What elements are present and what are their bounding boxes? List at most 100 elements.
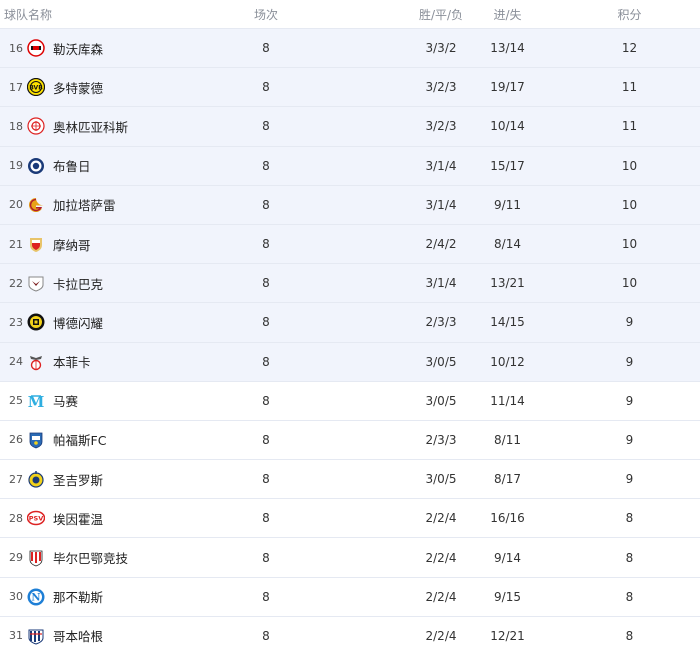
table-header: 球队名称 场次 胜/平/负 进/失 积分	[0, 0, 700, 28]
svg-text:PSV: PSV	[29, 515, 43, 523]
rank-number: 17	[9, 80, 23, 94]
team-name[interactable]: 加拉塔萨雷	[53, 195, 116, 214]
goals-for-against: 11/14	[490, 393, 525, 408]
team-name[interactable]: 博德闪耀	[53, 313, 103, 332]
team-name[interactable]: 马赛	[53, 391, 78, 410]
standings-table: 球队名称 场次 胜/平/负 进/失 积分 16 勒沃库森 8 3/3/2 13/14 12…	[0, 0, 700, 645]
olympiacos-logo-icon	[27, 117, 45, 136]
header-played: 场次	[253, 7, 278, 22]
goals-for-against: 13/14	[490, 41, 525, 56]
points: 10	[621, 197, 638, 212]
rank-number: 20	[9, 198, 23, 212]
table-row[interactable]: 23 博德闪耀 8 2/3/3 14/15 9	[0, 302, 700, 342]
goals-for-against: 10/12	[490, 354, 525, 369]
leverkusen-logo-icon	[27, 39, 45, 57]
table-row[interactable]: 21 摩纳哥 8 2/4/2 8/14 10	[0, 223, 700, 264]
rank-number: 22	[9, 276, 23, 290]
team-name[interactable]: 帕福斯FC	[53, 430, 106, 449]
played-count: 8	[262, 393, 270, 408]
goals-for-against: 8/11	[494, 432, 521, 447]
team-name[interactable]: 卡拉巴克	[53, 274, 103, 293]
rank-number: 30	[9, 590, 23, 604]
table-row[interactable]: 17 BVB 多特蒙德 8 3/2/3 19/17 11	[0, 67, 700, 107]
psv-logo-icon: PSV	[27, 509, 45, 527]
union-sg-logo-icon	[27, 470, 45, 488]
team-name[interactable]: 奥林匹亚科斯	[53, 117, 128, 136]
pafos-logo-icon	[27, 431, 45, 449]
rank-number: 16	[9, 41, 23, 55]
team-name[interactable]: 勒沃库森	[53, 39, 103, 58]
table-row[interactable]: 18 奥林匹亚科斯 8 3/2/3 10/14 11	[0, 106, 700, 146]
rank-number: 25	[9, 394, 23, 408]
svg-text:N: N	[31, 592, 40, 603]
points: 10	[621, 237, 638, 252]
bodo-glimt-logo-icon	[27, 313, 45, 331]
table-row[interactable]: 31 哥本哈根 8 2/2/4 12/21 8	[0, 615, 700, 645]
goals-for-against: 8/14	[494, 237, 521, 252]
team-name[interactable]: 那不勒斯	[53, 587, 103, 606]
goals-for-against: 15/17	[490, 158, 525, 173]
table-row[interactable]: 19 布鲁日 8 3/1/4 15/17 10	[0, 145, 700, 185]
rank-number: 23	[9, 315, 23, 329]
team-name[interactable]: 埃因霍温	[53, 509, 103, 528]
rank-number: 24	[9, 355, 23, 369]
copenhagen-logo-icon	[27, 627, 45, 645]
rank-number: 29	[9, 551, 23, 565]
dortmund-logo-icon: BVB	[27, 78, 45, 97]
table-row[interactable]: 25 M 马赛 8 3/0/5 11/14 9	[0, 380, 700, 420]
goals-for-against: 8/17	[494, 472, 521, 487]
table-row[interactable]: 28 PSV 埃因霍温 8 2/2/4 16/16 8	[0, 498, 700, 537]
rank-number: 27	[9, 472, 23, 486]
table-row[interactable]: 26 帕福斯FC 8 2/3/3 8/11 9	[0, 419, 700, 459]
rank-number: 26	[9, 433, 23, 447]
goals-for-against: 14/15	[490, 315, 525, 330]
galatasaray-logo-icon	[27, 196, 45, 214]
played-count: 8	[262, 511, 270, 526]
points: 8	[625, 550, 634, 565]
points: 8	[625, 628, 634, 643]
table-row[interactable]: 24 本菲卡 8 3/0/5 10/12 9	[0, 341, 700, 381]
points: 10	[621, 158, 638, 173]
athletic-bilbao-logo-icon	[27, 549, 45, 567]
played-count: 8	[262, 472, 270, 487]
played-count: 8	[262, 315, 270, 330]
points: 8	[625, 511, 634, 526]
played-count: 8	[262, 197, 270, 212]
benfica-logo-icon	[27, 353, 45, 371]
rank-number: 19	[9, 159, 23, 173]
napoli-logo-icon: N	[27, 588, 45, 606]
table-body: 16 勒沃库森 8 3/3/2 13/14 12 17 BVB 多特蒙德 8 3/2/3 19/17 1…	[0, 28, 700, 645]
points: 8	[625, 589, 634, 604]
team-name[interactable]: 哥本哈根	[53, 626, 103, 645]
team-name[interactable]: 圣吉罗斯	[53, 470, 103, 489]
table-row[interactable]: 29 毕尔巴鄂竞技 8 2/2/4 9/14 8	[0, 537, 700, 576]
played-count: 8	[262, 237, 270, 252]
team-name[interactable]: 毕尔巴鄂竞技	[53, 548, 128, 567]
qarabag-logo-icon	[27, 274, 45, 292]
table-row[interactable]: 20 加拉塔萨雷 8 3/1/4 9/11 10	[0, 184, 700, 224]
points: 9	[625, 354, 634, 369]
goals-for-against: 9/14	[494, 550, 521, 565]
team-name[interactable]: 多特蒙德	[53, 78, 103, 97]
marseille-logo-icon: M	[27, 392, 45, 410]
goals-for-against: 9/11	[494, 197, 521, 212]
table-row[interactable]: 22 卡拉巴克 8 3/1/4 13/21 10	[0, 263, 700, 303]
points: 9	[625, 315, 634, 330]
team-name[interactable]: 摩纳哥	[53, 235, 91, 254]
played-count: 8	[262, 589, 270, 604]
table-row[interactable]: 27 圣吉罗斯 8 3/0/5 8/17 9	[0, 459, 700, 498]
played-count: 8	[262, 276, 270, 291]
points: 12	[621, 41, 638, 56]
rank-number: 18	[9, 119, 23, 133]
goals-for-against: 13/21	[490, 276, 525, 291]
team-name[interactable]: 本菲卡	[53, 352, 91, 371]
points: 10	[621, 276, 638, 291]
table-row[interactable]: 30 N 那不勒斯 8 2/2/4 9/15 8	[0, 576, 700, 616]
table-row[interactable]: 16 勒沃库森 8 3/3/2 13/14 12	[0, 28, 700, 68]
svg-text:BVB: BVB	[29, 85, 43, 92]
team-name[interactable]: 布鲁日	[53, 156, 91, 175]
header-goals: 进/失	[493, 7, 522, 22]
goals-for-against: 12/21	[490, 628, 525, 643]
played-count: 8	[262, 158, 270, 173]
points: 9	[625, 432, 634, 447]
